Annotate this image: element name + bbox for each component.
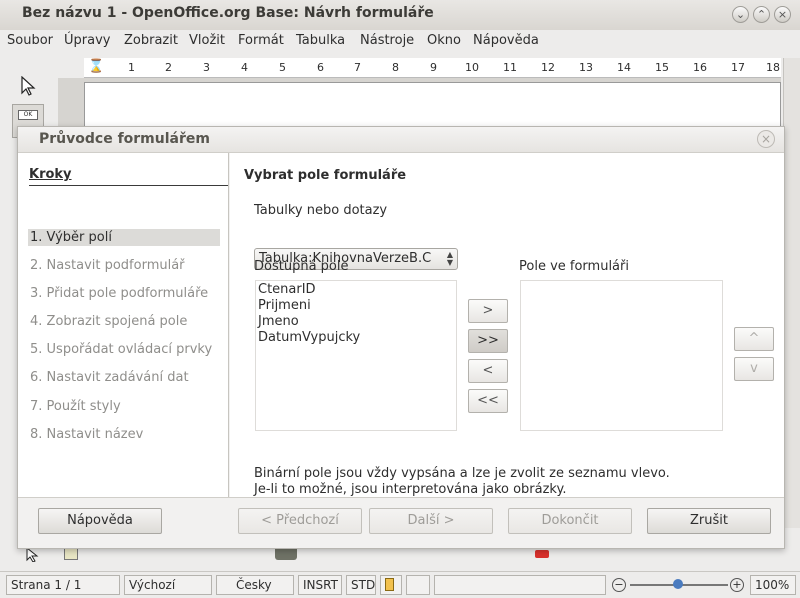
page-style[interactable]: Výchozí [124, 575, 212, 595]
zoom-in-icon[interactable]: + [730, 578, 744, 592]
move-up-button[interactable]: ^ [734, 327, 774, 351]
step-3-subform-fields[interactable]: 3. Přidat pole podformuláře [28, 285, 220, 302]
menu-soubor[interactable]: Soubor [7, 33, 53, 48]
dialog-title: Průvodce formulářem [39, 131, 210, 147]
insert-mode[interactable]: INSRT [298, 575, 342, 595]
close-window-button[interactable]: × [774, 6, 791, 23]
selection-mode[interactable]: STD [346, 575, 376, 595]
ruler-label: 15 [655, 61, 669, 74]
menu-napoveda[interactable]: Nápověda [473, 33, 539, 48]
form-design-toolbar [0, 548, 800, 570]
zoom-out-icon[interactable]: − [612, 578, 626, 592]
add-all-fields-button[interactable]: >> [468, 329, 508, 353]
window-title: Bez názvu 1 - OpenOffice.org Base: Návrh… [22, 5, 434, 21]
vertical-scrollbar[interactable] [783, 58, 800, 528]
available-fields-list[interactable]: CtenarID Prijmeni Jmeno DatumVypujcky [255, 280, 457, 431]
menu-bar: Soubor Úpravy Zobrazit Vložit Formát Tab… [0, 30, 800, 52]
remove-field-button[interactable]: < [468, 359, 508, 383]
steps-panel: Kroky 1. Výběr polí 2. Nastavit podformu… [18, 153, 229, 497]
next-button[interactable]: Další > [369, 508, 493, 534]
design-mode-icon[interactable] [275, 548, 297, 560]
tab-stop-icon: ⌛ [88, 59, 105, 74]
document-modified-icon [380, 575, 402, 595]
tables-label: Tabulky nebo dotazy [254, 203, 388, 218]
form-fields-label: Pole ve formuláři [519, 259, 629, 274]
step-7-styles[interactable]: 7. Použít styly [28, 398, 220, 415]
menu-zobrazit[interactable]: Zobrazit [124, 33, 178, 48]
step-4-joined-fields[interactable]: 4. Zobrazit spojená pole [28, 313, 220, 330]
ruler-label: 5 [279, 61, 286, 74]
cancel-button[interactable]: Zrušit [647, 508, 771, 534]
select-pointer-icon[interactable] [25, 548, 39, 562]
add-field-button[interactable]: > [468, 299, 508, 323]
finish-button[interactable]: Dokončit [508, 508, 632, 534]
list-item[interactable]: Prijmeni [256, 298, 456, 314]
menu-vlozit[interactable]: Vložit [189, 33, 225, 48]
maximize-button[interactable]: ⌃ [753, 6, 770, 23]
move-down-button[interactable]: v [734, 357, 774, 381]
ruler-label: 13 [579, 61, 593, 74]
ruler-label: 16 [693, 61, 707, 74]
object-info-field [434, 575, 606, 595]
language-indicator[interactable]: Česky [216, 575, 294, 595]
list-item[interactable]: CtenarID [256, 282, 456, 298]
menu-tabulka[interactable]: Tabulka [296, 33, 345, 48]
remove-all-fields-button[interactable]: << [468, 389, 508, 413]
menu-okno[interactable]: Okno [427, 33, 461, 48]
ruler-label: 9 [430, 61, 437, 74]
list-item[interactable]: DatumVypujcky [256, 330, 456, 346]
binary-fields-note: Binární pole jsou vždy vypsána a lze je … [254, 466, 670, 498]
back-button[interactable]: < Předchozí [238, 508, 362, 534]
ruler-label: 8 [392, 61, 399, 74]
ruler-label: 11 [503, 61, 517, 74]
note-line-1: Binární pole jsou vždy vypsána a lze je … [254, 466, 670, 481]
dialog-title-bar: Průvodce formulářem × [18, 127, 784, 153]
ruler-label: 3 [203, 61, 210, 74]
ruler-label: 2 [165, 61, 172, 74]
ruler-label: 17 [731, 61, 745, 74]
ruler-label: 10 [465, 61, 479, 74]
steps-header: Kroky [29, 167, 228, 186]
select-pointer-icon[interactable] [20, 76, 36, 96]
note-line-2: Je-li to možné, jsou interpretována jako… [254, 482, 567, 497]
ruler-label: 7 [354, 61, 361, 74]
menu-upravy[interactable]: Úpravy [64, 33, 110, 48]
title-bar: Bez názvu 1 - OpenOffice.org Base: Návrh… [0, 0, 800, 30]
minimize-button[interactable]: ⌄ [732, 6, 749, 23]
spin-arrows-icon: ▲ ▼ [446, 250, 453, 267]
step-5-arrange-controls[interactable]: 5. Uspořádat ovládací prvky [28, 341, 220, 358]
ruler-label: 14 [617, 61, 631, 74]
ruler-corner [58, 58, 84, 78]
wizard-content: Vybrat pole formuláře Tabulky nebo dotaz… [230, 153, 784, 497]
available-fields-label: Dostupná pole [254, 259, 349, 274]
step-1-field-selection[interactable]: 1. Výběr polí [28, 229, 220, 246]
step-6-data-entry[interactable]: 6. Nastavit zadávání dat [28, 369, 220, 386]
step-8-name[interactable]: 8. Nastavit název [28, 426, 220, 443]
form-fields-list[interactable] [520, 280, 723, 431]
ruler-label: 12 [541, 61, 555, 74]
step-2-subform[interactable]: 2. Nastavit podformulář [28, 257, 220, 274]
form-wizard-dialog: Průvodce formulářem × Kroky 1. Výběr pol… [17, 126, 785, 549]
horizontal-ruler: ⌛ 1 2 3 4 5 6 7 8 9 10 11 12 13 14 15 16… [84, 58, 781, 78]
menu-format[interactable]: Formát [238, 33, 284, 48]
dialog-close-button[interactable]: × [757, 130, 775, 148]
form-icon[interactable] [64, 548, 78, 560]
help-button[interactable]: Nápověda [38, 508, 162, 534]
list-item[interactable]: Jmeno [256, 314, 456, 330]
page-heading: Vybrat pole formuláře [244, 168, 407, 183]
zoom-level[interactable]: 100% [750, 575, 796, 595]
zoom-icon[interactable] [535, 550, 549, 558]
status-bar: Strana 1 / 1 Výchozí Česky INSRT STD − +… [0, 571, 800, 598]
zoom-slider-handle[interactable] [673, 579, 683, 589]
ruler-label: 1 [128, 61, 135, 74]
ruler-label: 4 [241, 61, 248, 74]
footer-separator [18, 497, 784, 498]
digital-signature-field[interactable] [406, 575, 430, 595]
ruler-label: 6 [317, 61, 324, 74]
ruler-label: 18 [766, 61, 780, 74]
page-indicator: Strana 1 / 1 [6, 575, 120, 595]
menu-nastroje[interactable]: Nástroje [360, 33, 414, 48]
